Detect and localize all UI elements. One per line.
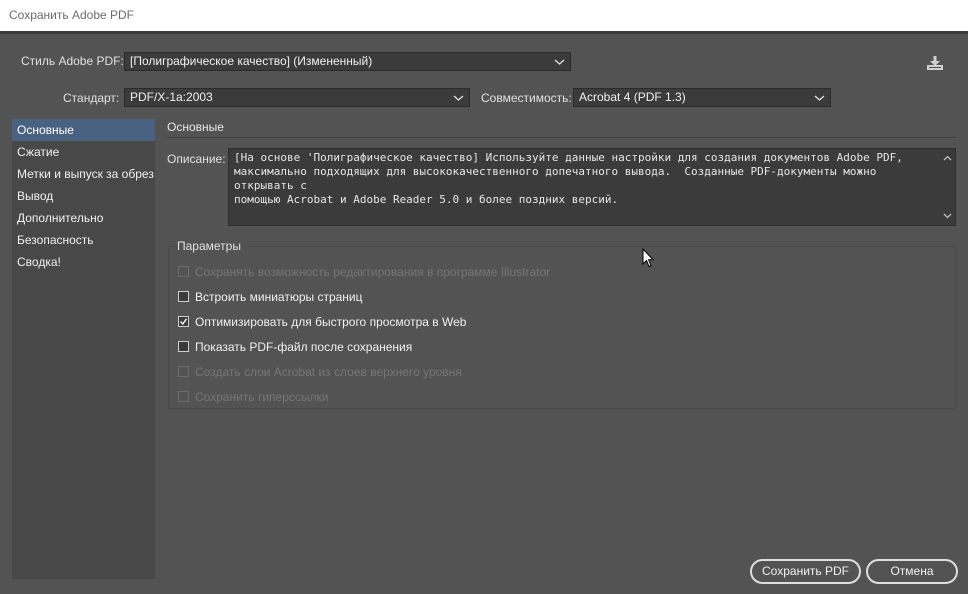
checkbox bbox=[178, 366, 189, 377]
scroll-up-icon[interactable] bbox=[943, 155, 952, 161]
title-divider bbox=[0, 31, 968, 34]
params-title: Параметры bbox=[177, 239, 241, 253]
checkbox[interactable] bbox=[178, 316, 189, 327]
standard-dropdown[interactable]: PDF/X-1a:2003 bbox=[124, 88, 470, 107]
option-label: Сохранить гиперссылки bbox=[195, 390, 329, 404]
nav-item-general[interactable]: Основные bbox=[12, 119, 155, 141]
compat-value: Acrobat 4 (PDF 1.3) bbox=[579, 90, 686, 104]
nav-item-advanced[interactable]: Дополнительно bbox=[12, 207, 155, 229]
checkmark-icon bbox=[180, 318, 187, 325]
description-field[interactable]: [На основе 'Полиграфическое качество] Ис… bbox=[228, 148, 956, 226]
section-title: Основные bbox=[167, 120, 224, 134]
standard-label: Стандарт: bbox=[63, 91, 120, 105]
nav-item-summary[interactable]: Сводка! bbox=[12, 251, 155, 273]
option-label: Встроить миниатюры страниц bbox=[195, 290, 363, 304]
checkbox bbox=[178, 266, 189, 277]
option-label: Показать PDF-файл после сохранения bbox=[195, 340, 413, 354]
window-title: Сохранить Adobe PDF bbox=[0, 0, 968, 31]
compat-label: Совместимость: bbox=[481, 91, 572, 105]
nav-item-security[interactable]: Безопасность bbox=[12, 229, 155, 251]
preset-label: Стиль Adobe PDF: bbox=[21, 54, 124, 68]
save-pdf-button[interactable]: Сохранить PDF bbox=[750, 559, 861, 584]
save-preset-icon[interactable] bbox=[926, 55, 944, 71]
nav-item-marks-bleeds[interactable]: Метки и выпуск за обрез bbox=[12, 163, 155, 185]
category-list: Основные Сжатие Метки и выпуск за обрез … bbox=[12, 119, 155, 579]
checkbox bbox=[178, 391, 189, 402]
nav-item-output[interactable]: Вывод bbox=[12, 185, 155, 207]
preset-dropdown[interactable]: [Полиграфическое качество] (Измененный) bbox=[124, 52, 571, 71]
option-label: Создать слои Acrobat из слоев верхнего у… bbox=[195, 365, 462, 379]
checkbox[interactable] bbox=[178, 291, 189, 302]
chevron-down-icon bbox=[453, 95, 464, 101]
cancel-button[interactable]: Отмена bbox=[866, 559, 958, 584]
chevron-down-icon bbox=[554, 59, 565, 65]
option-label: Сохранять возможность редактирования в п… bbox=[195, 265, 551, 279]
section-divider bbox=[167, 137, 956, 138]
checkbox[interactable] bbox=[178, 341, 189, 352]
description-label: Описание: bbox=[167, 152, 226, 166]
preset-value: [Полиграфическое качество] (Измененный) bbox=[130, 54, 373, 68]
chevron-down-icon bbox=[814, 95, 825, 101]
nav-item-compression[interactable]: Сжатие bbox=[12, 141, 155, 163]
description-text: [На основе 'Полиграфическое качество] Ис… bbox=[234, 151, 903, 206]
scroll-down-icon[interactable] bbox=[943, 213, 952, 219]
compat-dropdown[interactable]: Acrobat 4 (PDF 1.3) bbox=[573, 88, 831, 107]
standard-value: PDF/X-1a:2003 bbox=[130, 90, 213, 104]
mouse-cursor-icon bbox=[642, 248, 654, 268]
option-label: Оптимизировать для быстрого просмотра в … bbox=[195, 315, 467, 329]
